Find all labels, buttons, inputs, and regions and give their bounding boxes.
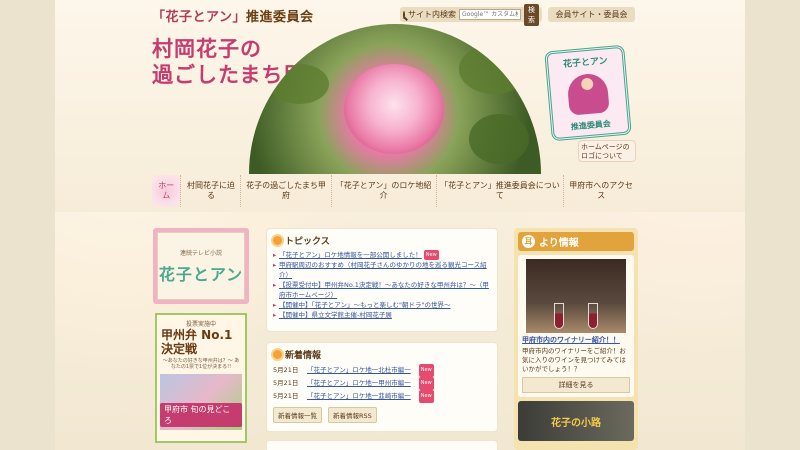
- logo-bottom-text: 推進委員会: [570, 119, 612, 132]
- right-margin: [745, 0, 800, 450]
- logo-figure-icon: [566, 72, 610, 116]
- news-link[interactable]: 「花子とアン」ロケ地一甲州市編一: [307, 377, 411, 390]
- topic-text: 【投票受付中】甲州弁No.1決定戦！～あなたの好きな甲州弁は？～（甲府市ホームペ…: [279, 281, 489, 299]
- leaf-shape: [469, 114, 529, 164]
- member-site-link[interactable]: 会員サイト・委員会: [548, 7, 635, 22]
- asadora-banner-inner: 連続テレビ小説 花子とアン: [157, 232, 245, 300]
- topics-title-text: トピックス: [285, 237, 330, 247]
- news-section: 新着情報 5月21日 「花子とアン」ロケ地一北杜市編一 New 5月21日 「花…: [266, 342, 498, 432]
- topic-text: 【開催中】「花子とアン」～もっと楽しむ"朝ドラ"の世界～: [279, 301, 451, 309]
- nav-hanako[interactable]: 村岡花子に迫る: [181, 175, 242, 207]
- news-title: 新着情報: [267, 343, 497, 364]
- new-badge: New: [418, 377, 434, 390]
- search-input[interactable]: [459, 9, 521, 20]
- detail-button[interactable]: 詳細を見る: [522, 377, 630, 393]
- nav-committee[interactable]: 「花子とアン」推進委員会について: [437, 175, 565, 207]
- news-row: 5月21日 「花子とアン」ロケ地一韮崎市編一 New: [267, 390, 497, 403]
- list-item[interactable]: 「花子とアン」ロケ地情報を一部公開しました！New: [273, 250, 491, 260]
- news-date: 5月21日: [273, 366, 299, 374]
- left-margin: [0, 0, 55, 450]
- topic-text: 【開催中】県立文学館主催-村岡花子展: [279, 311, 392, 319]
- ben-title: 甲州弁 No.1 決定戦: [161, 328, 233, 356]
- mimi-title: より情報: [539, 238, 579, 249]
- news-buttons: 新着情報一覧 新着情報RSS: [267, 403, 497, 427]
- sun-icon: [273, 236, 282, 245]
- next-section-stub: [266, 440, 498, 450]
- mimi-link[interactable]: 甲府市内のワイナリー紹介！！: [522, 336, 630, 345]
- committee-title[interactable]: 「花子とアン」推進委員会: [152, 6, 314, 25]
- news-row: 5月21日 「花子とアン」ロケ地一甲州市編一 New: [267, 377, 497, 390]
- news-row: 5月21日 「花子とアン」ロケ地一北杜市編一 New: [267, 364, 497, 377]
- nav-home[interactable]: ホーム: [152, 175, 182, 207]
- news-title-text: 新着情報: [285, 351, 322, 361]
- list-item[interactable]: 【開催中】県立文学館主催-村岡花子展: [273, 310, 491, 320]
- search-icon: [403, 10, 405, 19]
- ear-icon: 耳: [522, 235, 535, 248]
- leaf-shape: [459, 44, 529, 94]
- topic-text: 甲府駅周辺のおすすめ（村岡花子さんのゆかりの地を巡る観光コース紹介）: [279, 261, 487, 279]
- leaf-shape: [269, 64, 329, 104]
- news-date: 5月21日: [273, 392, 299, 400]
- asadora-title: 花子とアン: [158, 264, 244, 284]
- logo-about-link[interactable]: ホームページのロゴについて: [578, 140, 636, 162]
- nav-kofu-town[interactable]: 花子の過ごしたまち甲府: [241, 175, 332, 207]
- wine-glass: [554, 303, 564, 329]
- search-button[interactable]: 検索: [524, 3, 539, 26]
- kofu-seasonal-photo[interactable]: 甲府市 旬の見どころ: [160, 374, 242, 430]
- committee-title-text: 推進委員会: [245, 10, 314, 25]
- hanako-komichi-banner[interactable]: 花子の小路: [518, 401, 634, 441]
- asadora-small-text: 連続テレビ小説: [179, 249, 222, 257]
- komichi-label: 花子の小路: [551, 417, 601, 429]
- ben-status: 投票実施中: [185, 321, 216, 328]
- new-badge: New: [418, 390, 434, 403]
- wine-glass: [588, 303, 598, 329]
- rose-flower: [344, 64, 444, 154]
- logo-top-text: 花子とアン: [562, 56, 609, 71]
- list-item[interactable]: 【開催中】「花子とアン」～もっと楽しむ"朝ドラ"の世界～: [273, 300, 491, 310]
- new-badge: New: [423, 250, 439, 260]
- mimi-text: 甲府市内のワイナリーをご紹介！お気に入りのワインを見つけてみてはいかがでしょう！…: [522, 347, 626, 373]
- new-badge: New: [418, 364, 434, 377]
- news-date: 5月21日: [273, 379, 299, 387]
- list-item[interactable]: 甲府駅周辺のおすすめ（村岡花子さんのゆかりの地を巡る観光コース紹介）: [273, 260, 491, 280]
- photo-label: 甲府市 旬の見どころ: [160, 403, 242, 427]
- committee-title-highlight: 「花子とアン」: [152, 10, 246, 25]
- nav-locations[interactable]: 「花子とアン」のロケ地紹介: [332, 175, 437, 207]
- wine-photo[interactable]: [526, 259, 626, 333]
- sun-icon: [273, 350, 282, 359]
- topics-list: 「花子とアン」ロケ地情報を一部公開しました！New 甲府駅周辺のおすすめ（村岡花…: [267, 250, 497, 320]
- list-item[interactable]: 【投票受付中】甲州弁No.1決定戦！～あなたの好きな甲州弁は？～（甲府市ホームペ…: [273, 280, 491, 300]
- topic-text: 「花子とアン」ロケ地情報を一部公開しました！: [279, 251, 422, 259]
- asadora-banner[interactable]: 連続テレビ小説 花子とアン: [153, 228, 249, 304]
- mimi-info-column: 耳 より情報 甲府市内のワイナリー紹介！！ 甲府市内のワイナリーをご紹介！お気に…: [514, 228, 638, 450]
- koshu-ben-banner[interactable]: 投票実施中 甲州弁 No.1 決定戦 ～あなたの好きな甲州弁は？～ あなたの1票…: [155, 313, 247, 443]
- news-link[interactable]: 「花子とアン」ロケ地一韮崎市編一: [307, 390, 411, 403]
- news-link[interactable]: 「花子とアン」ロケ地一北杜市編一: [307, 364, 411, 377]
- search-label: サイト内検索: [408, 10, 456, 19]
- mimi-header: 耳 より情報: [518, 232, 634, 251]
- ben-subtitle: ～あなたの好きな甲州弁は？～ あなたの1票で1位が決まる!!: [162, 358, 240, 370]
- mimi-card: 甲府市内のワイナリー紹介！！ 甲府市内のワイナリーをご紹介！お気に入りのワインを…: [518, 255, 634, 397]
- news-list-button[interactable]: 新着情報一覧: [273, 407, 322, 423]
- news-rss-button[interactable]: 新着情報RSS: [328, 407, 377, 423]
- topics-section: トピックス 「花子とアン」ロケ地情報を一部公開しました！New 甲府駅周辺のおす…: [266, 228, 498, 332]
- global-nav: ホーム 村岡花子に迫る 花子の過ごしたまち甲府 「花子とアン」のロケ地紹介 「花…: [152, 175, 638, 207]
- committee-logo[interactable]: 花子とアン 推進委員会: [544, 44, 632, 142]
- site-search: サイト内検索 検索: [400, 3, 542, 26]
- topics-title: トピックス: [267, 229, 497, 250]
- nav-access[interactable]: 甲府市へのアクセス: [564, 175, 638, 207]
